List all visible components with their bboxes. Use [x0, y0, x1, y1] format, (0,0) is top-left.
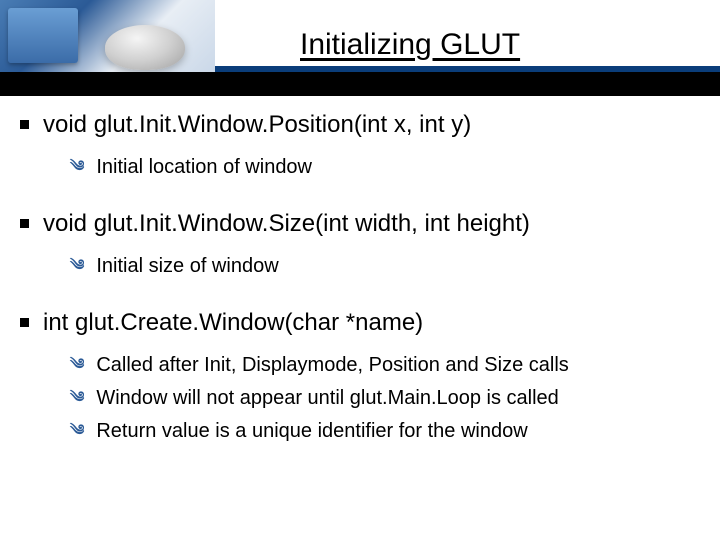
sub-item-text: Initial location of window: [96, 154, 312, 181]
curl-bullet-icon: ༄: [70, 159, 84, 174]
curl-bullet-icon: ༄: [70, 357, 84, 372]
section-window-size: void glut.Init.Window.Size(int width, in…: [20, 209, 700, 280]
sub-list: ༄ Called after Init, Displaymode, Positi…: [70, 352, 700, 445]
slide-content: void glut.Init.Window.Position(int x, in…: [0, 110, 720, 473]
bullet-row: int glut.Create.Window(char *name): [20, 308, 700, 338]
sub-bullet-row: ༄ Window will not appear until glut.Main…: [70, 385, 700, 412]
sub-bullet-row: ༄ Initial location of window: [70, 154, 700, 181]
bullet-row: void glut.Init.Window.Size(int width, in…: [20, 209, 700, 239]
sub-list: ༄ Initial location of window: [70, 154, 700, 181]
section-heading: int glut.Create.Window(char *name): [43, 308, 423, 338]
section-create-window: int glut.Create.Window(char *name) ༄ Cal…: [20, 308, 700, 445]
slide-title: Initializing GLUT: [300, 28, 520, 62]
sub-bullet-row: ༄ Initial size of window: [70, 253, 700, 280]
sub-item-text: Initial size of window: [96, 253, 278, 280]
square-bullet-icon: [20, 219, 29, 228]
sub-bullet-row: ༄ Return value is a unique identifier fo…: [70, 418, 700, 445]
section-heading: void glut.Init.Window.Position(int x, in…: [43, 110, 471, 140]
curl-bullet-icon: ༄: [70, 390, 84, 405]
curl-bullet-icon: ༄: [70, 258, 84, 273]
section-window-position: void glut.Init.Window.Position(int x, in…: [20, 110, 700, 181]
sub-item-text: Called after Init, Displaymode, Position…: [96, 352, 568, 379]
square-bullet-icon: [20, 318, 29, 327]
bullet-row: void glut.Init.Window.Position(int x, in…: [20, 110, 700, 140]
slide-header: Initializing GLUT: [0, 0, 720, 90]
sub-item-text: Return value is a unique identifier for …: [96, 418, 527, 445]
header-dark-band: [0, 72, 720, 96]
sub-list: ༄ Initial size of window: [70, 253, 700, 280]
square-bullet-icon: [20, 120, 29, 129]
section-heading: void glut.Init.Window.Size(int width, in…: [43, 209, 530, 239]
sub-item-text: Window will not appear until glut.Main.L…: [96, 385, 558, 412]
sub-bullet-row: ༄ Called after Init, Displaymode, Positi…: [70, 352, 700, 379]
curl-bullet-icon: ༄: [70, 423, 84, 438]
